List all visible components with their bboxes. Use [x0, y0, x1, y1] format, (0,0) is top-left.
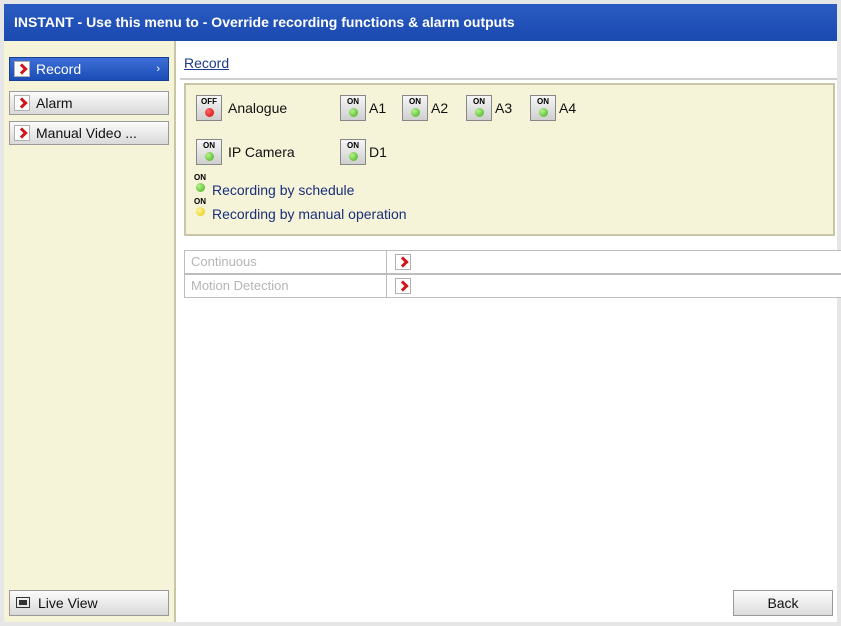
a3-toggle[interactable]: ON: [466, 95, 492, 121]
chevron-right-icon[interactable]: [395, 254, 411, 270]
ipcamera-label: IP Camera: [228, 144, 295, 160]
sidebar: Record › Alarm Manual Video ... Live Vie…: [4, 41, 176, 622]
ipcamera-toggle[interactable]: ON: [196, 139, 222, 165]
toggle-state: ON: [409, 97, 421, 106]
sidebar-item-label: Manual Video ...: [36, 125, 137, 141]
back-button[interactable]: Back: [733, 590, 833, 616]
table-row[interactable]: Motion Detection: [184, 274, 841, 298]
a3-label: A3: [495, 100, 513, 116]
a2-toggle[interactable]: ON: [402, 95, 428, 121]
row-label: Motion Detection: [185, 275, 387, 297]
toggle-state: OFF: [201, 97, 217, 106]
d1-label: D1: [369, 144, 387, 160]
legend-schedule-text: Recording by schedule: [212, 182, 355, 198]
red-led-icon: [205, 108, 214, 117]
green-led-icon: [475, 108, 484, 117]
sidebar-item-alarm[interactable]: Alarm: [9, 91, 169, 115]
sidebar-item-record[interactable]: Record ›: [9, 57, 169, 81]
arrow-icon: ›: [156, 63, 160, 75]
window-title: INSTANT - Use this menu to - Override re…: [4, 4, 837, 41]
live-view-icon: [16, 597, 30, 608]
status-panel: OFF Analogue ON A1 ON A2 ON A3 ON A4 ON …: [184, 83, 835, 236]
main-window: INSTANT - Use this menu to - Override re…: [4, 4, 841, 622]
toggle-state: ON: [473, 97, 485, 106]
sidebar-item-manual-video[interactable]: Manual Video ...: [9, 121, 169, 145]
green-led-icon: [411, 108, 420, 117]
a4-label: A4: [559, 100, 577, 116]
table-row[interactable]: Continuous: [184, 250, 841, 274]
green-led-icon: [349, 108, 358, 117]
main-content: Record OFF Analogue ON A1 ON A2 ON A3 ON…: [176, 41, 841, 622]
a4-toggle[interactable]: ON: [530, 95, 556, 121]
legend-state: ON: [194, 197, 206, 206]
toggle-state: ON: [537, 97, 549, 106]
live-view-label: Live View: [38, 595, 98, 611]
legend-schedule-icon: ON: [194, 173, 212, 195]
d1-toggle[interactable]: ON: [340, 139, 366, 165]
yellow-led-icon: [196, 207, 205, 216]
a2-label: A2: [431, 100, 449, 116]
analogue-toggle[interactable]: OFF: [196, 95, 222, 121]
green-led-icon: [349, 152, 358, 161]
a1-label: A1: [369, 100, 387, 116]
row-label: Continuous: [185, 251, 387, 273]
chevron-right-icon: [14, 61, 30, 77]
legend-manual-text: Recording by manual operation: [212, 206, 407, 222]
live-view-button[interactable]: Live View: [9, 590, 169, 616]
green-led-icon: [539, 108, 548, 117]
analogue-label: Analogue: [228, 100, 288, 116]
sidebar-item-label: Alarm: [36, 95, 73, 111]
divider: [180, 78, 837, 80]
legend-state: ON: [194, 173, 206, 182]
toggle-state: ON: [347, 97, 359, 106]
legend-manual-icon: ON: [194, 197, 212, 219]
green-led-icon: [205, 152, 214, 161]
breadcrumb[interactable]: Record: [184, 55, 229, 71]
toggle-state: ON: [347, 141, 359, 150]
chevron-right-icon[interactable]: [395, 278, 411, 294]
chevron-right-icon: [14, 125, 30, 141]
toggle-state: ON: [203, 141, 215, 150]
green-led-icon: [196, 183, 205, 192]
a1-toggle[interactable]: ON: [340, 95, 366, 121]
chevron-right-icon: [14, 95, 30, 111]
sidebar-item-label: Record: [36, 61, 82, 77]
